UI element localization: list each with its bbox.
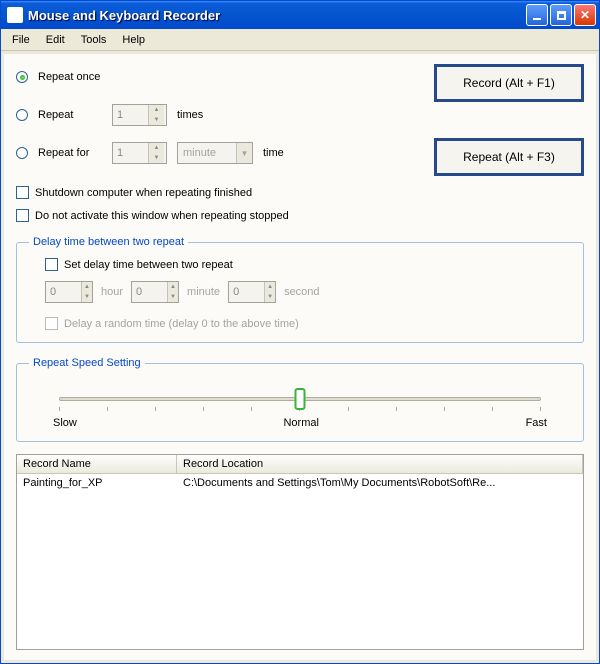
second-label: second xyxy=(284,286,319,298)
delay-hour-spin-buttons[interactable]: ▲▼ xyxy=(81,282,92,302)
speed-slider-track[interactable] xyxy=(59,397,541,401)
titlebar: Mouse and Keyboard Recorder ✕ xyxy=(1,1,599,29)
speed-normal-label: Normal xyxy=(283,417,318,429)
speed-slow-label: Slow xyxy=(53,417,77,429)
cell-record-name: Painting_for_XP xyxy=(17,474,177,492)
repeat-options: Repeat once Repeat ▲▼ times Repeat for xyxy=(16,64,422,176)
delay-hour-input[interactable] xyxy=(46,282,81,302)
maximize-button[interactable] xyxy=(550,4,572,26)
repeat-count-spinner[interactable]: ▲▼ xyxy=(112,104,167,126)
repeat-for-unit-combo[interactable]: minute ▼ xyxy=(177,142,253,164)
table-header: Record Name Record Location xyxy=(17,455,583,474)
app-icon xyxy=(7,7,23,23)
repeat-button[interactable]: Repeat (Alt + F3) xyxy=(434,138,584,176)
delay-minute-spin-buttons[interactable]: ▲▼ xyxy=(167,282,178,302)
repeat-once-radio[interactable] xyxy=(16,71,28,83)
set-delay-label: Set delay time between two repeat xyxy=(64,259,233,271)
speed-fast-label: Fast xyxy=(526,417,547,429)
repeat-for-input[interactable] xyxy=(113,143,148,163)
menu-help[interactable]: Help xyxy=(115,32,152,48)
repeat-count-input[interactable] xyxy=(113,105,148,125)
delay-legend: Delay time between two repeat xyxy=(29,236,188,248)
repeat-for-spin-buttons[interactable]: ▲▼ xyxy=(148,143,164,163)
app-window: Mouse and Keyboard Recorder ✕ File Edit … xyxy=(0,0,600,664)
shutdown-row: Shutdown computer when repeating finishe… xyxy=(16,186,584,199)
hour-label: hour xyxy=(101,286,123,298)
menu-edit[interactable]: Edit xyxy=(39,32,72,48)
menu-tools[interactable]: Tools xyxy=(74,32,114,48)
delay-second-spin-buttons[interactable]: ▲▼ xyxy=(264,282,275,302)
repeat-for-row: Repeat for ▲▼ minute ▼ time xyxy=(16,140,422,166)
table-body: Painting_for_XPC:\Documents and Settings… xyxy=(17,474,583,492)
repeat-once-row: Repeat once xyxy=(16,64,422,90)
delay-second-spinner[interactable]: ▲▼ xyxy=(228,281,276,303)
repeat-n-label: Repeat xyxy=(38,109,102,121)
close-button[interactable]: ✕ xyxy=(574,4,596,26)
repeat-for-label: Repeat for xyxy=(38,147,102,159)
repeat-n-row: Repeat ▲▼ times xyxy=(16,102,422,128)
records-table: Record Name Record Location Painting_for… xyxy=(16,454,584,650)
repeat-for-spinner[interactable]: ▲▼ xyxy=(112,142,167,164)
cell-record-location: C:\Documents and Settings\Tom\My Documen… xyxy=(177,474,583,492)
chevron-down-icon: ▼ xyxy=(236,143,252,163)
col-record-name[interactable]: Record Name xyxy=(17,455,177,473)
noactivate-row: Do not activate this window when repeati… xyxy=(16,209,584,222)
minimize-button[interactable] xyxy=(526,4,548,26)
repeat-n-radio[interactable] xyxy=(16,109,28,121)
time-label: time xyxy=(263,147,284,159)
shutdown-checkbox[interactable] xyxy=(16,186,29,199)
times-label: times xyxy=(177,109,203,121)
speed-legend: Repeat Speed Setting xyxy=(29,357,145,369)
menu-file[interactable]: File xyxy=(5,32,37,48)
speed-slider-handle[interactable] xyxy=(295,388,306,410)
window-title: Mouse and Keyboard Recorder xyxy=(28,8,526,23)
random-delay-label: Delay a random time (delay 0 to the abov… xyxy=(64,318,299,330)
set-delay-checkbox[interactable] xyxy=(45,258,58,271)
repeat-for-unit-value: minute xyxy=(183,147,236,159)
delay-minute-spinner[interactable]: ▲▼ xyxy=(131,281,179,303)
window-buttons: ✕ xyxy=(526,4,596,26)
repeat-count-spin-buttons[interactable]: ▲▼ xyxy=(148,105,164,125)
table-row[interactable]: Painting_for_XPC:\Documents and Settings… xyxy=(17,474,583,492)
noactivate-label: Do not activate this window when repeati… xyxy=(35,210,289,222)
delay-hour-spinner[interactable]: ▲▼ xyxy=(45,281,93,303)
random-delay-checkbox xyxy=(45,317,58,330)
set-delay-row: Set delay time between two repeat xyxy=(45,258,571,271)
delay-second-input[interactable] xyxy=(229,282,264,302)
random-delay-row: Delay a random time (delay 0 to the abov… xyxy=(45,317,571,330)
shutdown-label: Shutdown computer when repeating finishe… xyxy=(35,187,252,199)
delay-fieldset: Delay time between two repeat Set delay … xyxy=(16,236,584,343)
menubar: File Edit Tools Help xyxy=(1,29,599,51)
delay-values-row: ▲▼ hour ▲▼ minute ▲▼ second xyxy=(45,281,571,303)
col-record-location[interactable]: Record Location xyxy=(177,455,583,473)
noactivate-checkbox[interactable] xyxy=(16,209,29,222)
repeat-for-radio[interactable] xyxy=(16,147,28,159)
delay-minute-input[interactable] xyxy=(132,282,167,302)
minute-label: minute xyxy=(187,286,220,298)
speed-labels: Slow Normal Fast xyxy=(53,417,547,429)
repeat-once-label: Repeat once xyxy=(38,71,100,83)
action-buttons: Record (Alt + F1) Repeat (Alt + F3) xyxy=(434,64,584,176)
speed-fieldset: Repeat Speed Setting Slow Normal Fast xyxy=(16,357,584,442)
client-area: Repeat once Repeat ▲▼ times Repeat for xyxy=(4,54,596,660)
record-button[interactable]: Record (Alt + F1) xyxy=(434,64,584,102)
top-section: Repeat once Repeat ▲▼ times Repeat for xyxy=(16,64,584,176)
